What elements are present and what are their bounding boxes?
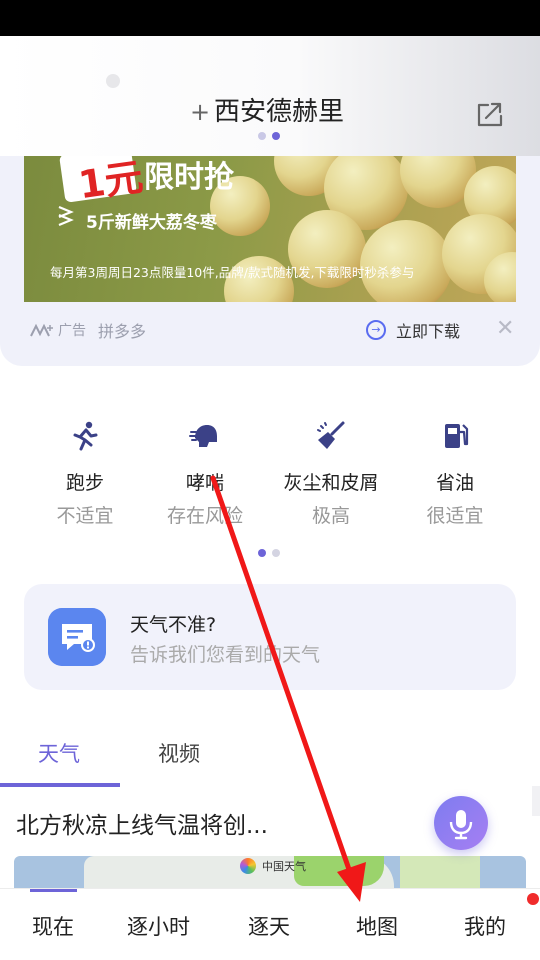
news-map-thumbnail[interactable]: 中国天气 bbox=[14, 856, 526, 892]
life-index-value: 极高 bbox=[311, 505, 350, 527]
life-index-name: 省油 bbox=[435, 472, 474, 494]
tab-weather[interactable]: 天气 bbox=[38, 738, 80, 768]
feedback-title: 天气不准? bbox=[130, 614, 217, 636]
decorative-blur bbox=[106, 74, 120, 88]
map-land bbox=[400, 856, 480, 892]
share-icon[interactable] bbox=[474, 98, 506, 130]
download-icon[interactable]: → bbox=[366, 320, 386, 340]
nav-hourly[interactable]: 逐小时 bbox=[127, 911, 190, 941]
edge-shadow bbox=[532, 786, 540, 816]
ad-banner-image[interactable]: 1元 限时抢 5斤新鲜大荔冬枣 每月第3周周日23点限量10件,品牌/款式随机发… bbox=[24, 156, 516, 302]
active-nav-indicator bbox=[30, 889, 77, 892]
life-index-running[interactable]: 跑步 不适宜 bbox=[20, 420, 150, 528]
running-icon bbox=[73, 421, 98, 451]
tab-video[interactable]: 视频 bbox=[158, 738, 200, 768]
news-headline[interactable]: 北方秋凉上线气温将创... bbox=[16, 806, 268, 840]
life-index-value: 很适宜 bbox=[426, 505, 484, 527]
asthma-icon bbox=[189, 425, 217, 447]
life-index-page-indicator bbox=[258, 549, 280, 557]
life-index-value: 存在风险 bbox=[166, 505, 243, 527]
ad-card: 1元 限时抢 5斤新鲜大荔冬枣 每月第3周周日23点限量10件,品牌/款式随机发… bbox=[0, 156, 540, 366]
nav-now[interactable]: 现在 bbox=[32, 911, 74, 941]
status-bar bbox=[0, 0, 540, 36]
content-tabs: 天气 视频 bbox=[0, 728, 540, 788]
close-ad-button[interactable]: ✕ bbox=[496, 316, 514, 341]
life-index-name: 灰尘和皮屑 bbox=[283, 472, 379, 494]
ad-headline: 限时抢 bbox=[144, 160, 234, 195]
play-arrow-icon bbox=[58, 205, 74, 226]
life-index-dust[interactable]: 灰尘和皮屑 极高 bbox=[266, 420, 396, 528]
dust-broom-icon bbox=[317, 421, 345, 449]
microphone-icon bbox=[449, 810, 473, 840]
page-dot bbox=[272, 549, 280, 557]
life-index-name: 哮喘 bbox=[185, 472, 224, 494]
life-index-row: 跑步 不适宜 哮喘 存在风险 灰尘和皮屑 极高 省油 很适宜 bbox=[0, 420, 540, 530]
page-dot-active bbox=[258, 549, 266, 557]
active-tab-underline bbox=[0, 783, 120, 787]
weather-feedback-card[interactable]: 天气不准? 告诉我们您看到的天气 bbox=[24, 584, 516, 690]
ad-logo-icon bbox=[30, 323, 53, 337]
jujube bbox=[360, 220, 452, 302]
map-watermark: 中国天气 bbox=[262, 860, 306, 873]
ad-promo: 5斤新鲜大荔冬枣 bbox=[86, 213, 217, 233]
ad-footer: 广告 拼多多 → 立即下载 ✕ bbox=[30, 316, 520, 342]
page-indicator bbox=[258, 132, 280, 140]
header: + 西安德赫里 bbox=[0, 36, 540, 156]
ad-label: 广告 bbox=[58, 323, 86, 339]
city-name[interactable]: 西安德赫里 bbox=[214, 96, 344, 128]
ad-rules: 每月第3周周日23点限量10件,品牌/款式随机发,下载限时秒杀参与 bbox=[50, 265, 415, 280]
map-land bbox=[294, 856, 384, 886]
add-city-button[interactable]: + bbox=[190, 98, 210, 126]
feedback-message-icon bbox=[48, 608, 106, 666]
notification-dot bbox=[527, 893, 539, 905]
ad-brand: 拼多多 bbox=[98, 322, 147, 341]
nav-map[interactable]: 地图 bbox=[356, 911, 398, 941]
fuel-pump-icon bbox=[445, 424, 469, 448]
life-index-name: 跑步 bbox=[65, 472, 104, 494]
life-index-value: 不适宜 bbox=[56, 505, 114, 527]
voice-assistant-button[interactable] bbox=[434, 796, 488, 850]
page-dot bbox=[258, 132, 266, 140]
price-tag-text: 1元 bbox=[75, 156, 146, 208]
life-index-asthma[interactable]: 哮喘 存在风险 bbox=[140, 420, 270, 528]
nav-mine[interactable]: 我的 bbox=[464, 911, 506, 941]
nav-daily[interactable]: 逐天 bbox=[248, 911, 290, 941]
feedback-subtitle: 告诉我们您看到的天气 bbox=[130, 644, 321, 666]
bottom-navigation: 现在 逐小时 逐天 地图 我的 bbox=[0, 888, 540, 960]
life-index-fuel[interactable]: 省油 很适宜 bbox=[390, 420, 520, 528]
page-dot-active bbox=[272, 132, 280, 140]
download-button[interactable]: 立即下载 bbox=[396, 318, 460, 342]
china-weather-logo-icon bbox=[240, 858, 256, 874]
